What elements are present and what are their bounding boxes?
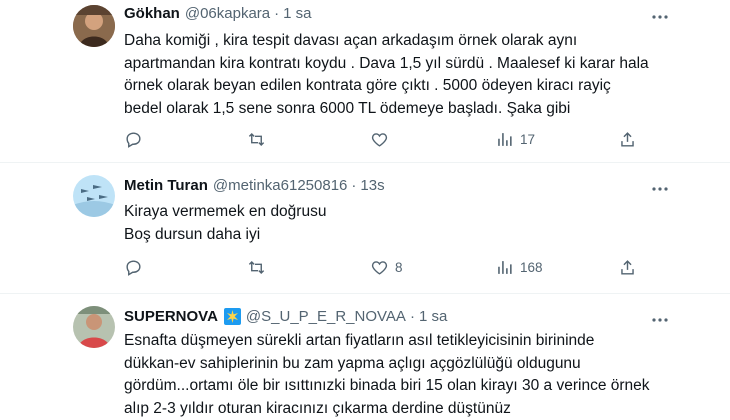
tweet-line: bedel olarak 1,5 sene sonra 6000 TL ödem… [124, 99, 571, 117]
like-button[interactable] [370, 128, 389, 150]
separator-dot: · [274, 5, 280, 22]
share-icon [621, 131, 634, 147]
tweet-gokhan[interactable]: Gökhan @06kapkara · 1 sa Daha komiği , k… [0, 0, 730, 161]
tweet-text: Daha komiği , kira tespit davası açan ar… [124, 30, 684, 120]
avatar[interactable] [73, 175, 115, 217]
views-count: 17 [520, 131, 536, 147]
avatar[interactable] [73, 306, 115, 348]
avatar[interactable] [73, 5, 115, 47]
views-icon [498, 260, 512, 274]
author-handle[interactable]: @06kapkara [185, 5, 270, 22]
views-button[interactable]: 168 [495, 256, 543, 278]
reply-button[interactable] [124, 128, 143, 150]
like-button[interactable]: 8 [370, 256, 403, 278]
views-button[interactable]: 17 [495, 128, 535, 150]
share-icon [621, 259, 634, 275]
author-handle[interactable]: @metinka61250816 [213, 177, 348, 194]
tweet-metin[interactable]: Metin Turan @metinka61250816 · 13s Kiray… [0, 163, 730, 297]
tweet-text: Kiraya vermemek en doğrusu Boş dursun da… [124, 201, 684, 246]
more-icon[interactable] [651, 8, 669, 26]
star-badge-icon [223, 308, 241, 325]
tweet-line: apartmandan kira kontratı koydu . Dava 1… [124, 54, 649, 72]
tweet-line: Boş dursun daha iyi [124, 225, 261, 243]
separator-dot: · [409, 308, 415, 325]
action-bar: 8 168 [124, 256, 644, 278]
tweet-line: Daha komiği , kira tespit davası açan ar… [124, 32, 578, 49]
tweet-line: Esnafta düşmeyen sürekli artan fiyatları… [124, 332, 595, 349]
tweet-line: Kiraya vermemek en doğrusu [124, 203, 327, 220]
tweet-supernova[interactable]: SUPERNOVA @S_U_P_E_R_NOVAA · 1 sa Esnaft… [0, 294, 730, 420]
tweet-text: Esnafta düşmeyen sürekli artan fiyatları… [124, 330, 684, 420]
timestamp[interactable]: 13s [360, 177, 384, 194]
author-name[interactable]: Metin Turan [124, 177, 208, 194]
retweet-button[interactable] [247, 256, 266, 278]
tweet-line: alıp 2-3 yıldır oturan kiracınızı çıkarm… [124, 399, 511, 417]
author-name[interactable]: Gökhan [124, 5, 180, 22]
tweet-line: gördüm...ortamı öle bir ısıttınızki bina… [124, 377, 650, 394]
tweet-line: örnek olarak beyan edilen kontrata göre … [124, 77, 611, 94]
separator-dot: · [351, 177, 357, 194]
more-icon[interactable] [651, 180, 669, 198]
retweet-button[interactable] [247, 128, 266, 150]
retweet-icon [248, 132, 265, 146]
heart-icon [371, 260, 388, 275]
reply-icon [126, 131, 141, 148]
timestamp[interactable]: 1 sa [283, 5, 311, 22]
timestamp[interactable]: 1 sa [419, 308, 447, 325]
more-icon[interactable] [651, 311, 669, 329]
reply-button[interactable] [124, 256, 143, 278]
like-count: 8 [395, 259, 403, 275]
share-button[interactable] [618, 256, 637, 278]
views-count: 168 [520, 259, 543, 275]
retweet-icon [248, 260, 265, 274]
tweet-line: dükkan-ev sahiplerinin bu zam yapma açlı… [124, 354, 581, 372]
views-icon [498, 132, 512, 146]
heart-icon [371, 132, 388, 147]
reply-icon [126, 259, 141, 276]
author-name[interactable]: SUPERNOVA [124, 308, 218, 325]
action-bar: 17 [124, 128, 644, 150]
share-button[interactable] [618, 128, 637, 150]
author-handle[interactable]: @S_U_P_E_R_NOVAA [246, 308, 406, 325]
